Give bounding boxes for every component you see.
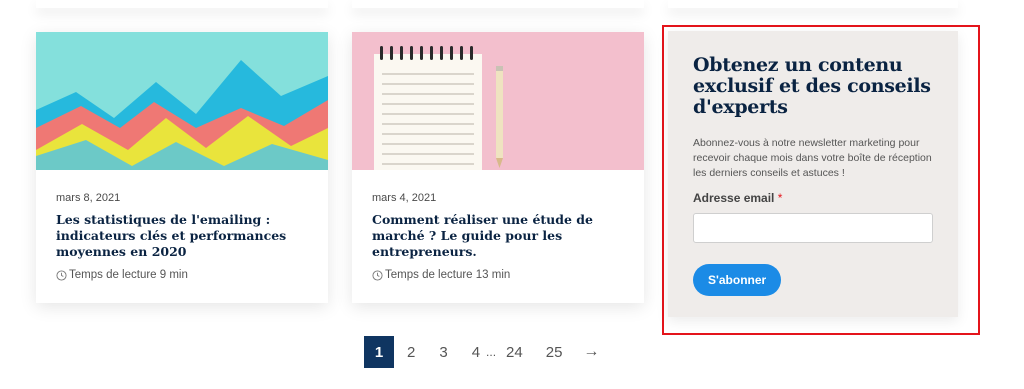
- article-title[interactable]: Comment réaliser une étude de marché ? L…: [372, 212, 628, 260]
- pagination-ellipsis: ...: [486, 345, 497, 359]
- newsletter-description: Abonnez-vous à notre newsletter marketin…: [693, 137, 932, 179]
- article-card[interactable]: mars 8, 2021 Les statistiques de l'email…: [36, 32, 328, 303]
- newsletter-title: Obtenez un contenu exclusif et des conse…: [693, 54, 931, 118]
- email-field[interactable]: [693, 213, 933, 243]
- email-label-text: Adresse email: [693, 191, 775, 205]
- clock-icon: [372, 269, 383, 281]
- notepad-pencil-illustration[interactable]: [352, 32, 644, 170]
- article-date: mars 8, 2021: [56, 192, 121, 204]
- article-title[interactable]: Les statistiques de l'emailing : indicat…: [56, 212, 312, 260]
- reading-time-label: Temps de lecture 13 min: [385, 269, 511, 281]
- pagination: 1 2 3 4 ... 24 25 →: [364, 336, 599, 368]
- reading-time: Temps de lecture 9 min: [56, 269, 188, 281]
- newsletter-signup-box: Obtenez un contenu exclusif et des conse…: [668, 31, 958, 317]
- previous-row-card: [352, 0, 644, 8]
- page-link[interactable]: 2: [407, 336, 415, 368]
- blog-listing-page: mars 8, 2021 Les statistiques de l'email…: [0, 0, 1024, 389]
- page-link[interactable]: 25: [546, 336, 563, 368]
- mountain-chart-illustration[interactable]: [36, 32, 328, 170]
- page-link[interactable]: 24: [506, 336, 523, 368]
- email-label: Adresse email *: [693, 191, 933, 205]
- clock-icon: [56, 269, 67, 281]
- subscribe-button[interactable]: S'abonner: [693, 264, 782, 296]
- reading-time: Temps de lecture 13 min: [372, 269, 510, 281]
- page-link[interactable]: 3: [439, 336, 447, 368]
- required-mark: *: [777, 191, 783, 205]
- previous-row-card: [36, 0, 328, 8]
- page-link-current[interactable]: 1: [364, 336, 394, 368]
- article-date: mars 4, 2021: [372, 192, 437, 204]
- article-card[interactable]: mars 4, 2021 Comment réaliser une étude …: [352, 32, 644, 303]
- previous-row-card: [668, 0, 958, 8]
- next-page-arrow-icon[interactable]: →: [583, 336, 599, 368]
- reading-time-label: Temps de lecture 9 min: [69, 269, 188, 281]
- page-link[interactable]: 4: [472, 336, 480, 368]
